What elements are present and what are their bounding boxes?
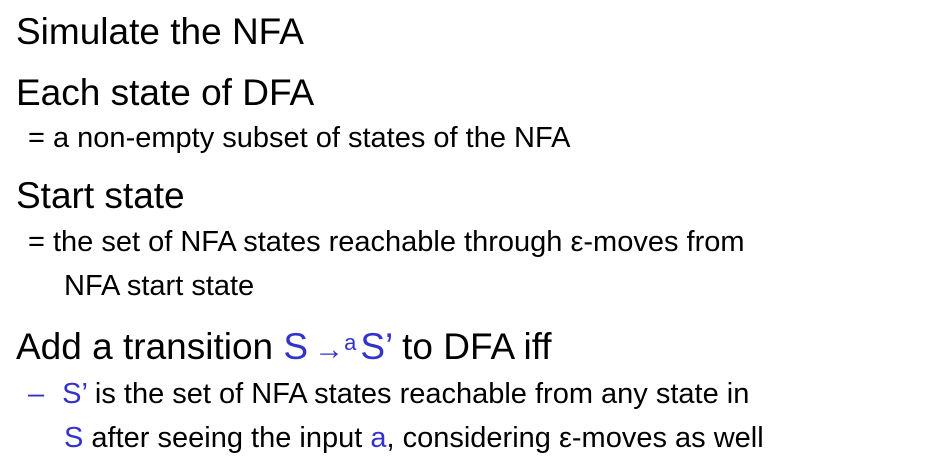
heading-prefix: Add a transition [16, 326, 274, 367]
bullet-add-transition: Add a transition S →a S’ to DFA iff [16, 328, 552, 365]
bullet-each-state-dfa: Each state of DFA [16, 74, 314, 111]
detail-each-state: = a non-empty subset of states of the NF… [28, 124, 570, 153]
symbol-s-prime: S’ [62, 378, 87, 410]
symbol-s: S [64, 422, 84, 454]
bullet-heading: Simulate the NFA [16, 11, 304, 52]
dash-bullet: – [28, 378, 45, 410]
detail-text: is the set of NFA states reachable from … [94, 378, 750, 410]
symbol-s-prime: S’ [360, 326, 392, 367]
detail-text: NFA start state [64, 270, 255, 302]
heading-suffix: to DFA iff [402, 326, 552, 367]
detail-transition-line1: – S’ is the set of NFA states reachable f… [28, 380, 749, 409]
arrow-icon: → [314, 333, 345, 366]
bullet-simulate-nfa: Simulate the NFA [16, 13, 304, 50]
bullet-heading: Start state [16, 175, 185, 216]
bullet-start-state: Start state [16, 177, 185, 214]
detail-text: = a non-empty subset of states of the NF… [28, 122, 571, 154]
slide: Simulate the NFA Each state of DFA = a n… [0, 0, 928, 467]
detail-start-state-line1: = the set of NFA states reachable throug… [28, 228, 745, 257]
detail-transition-line2: S after seeing the input a, considering … [64, 424, 764, 453]
detail-text: , considering ε-moves as well [386, 422, 764, 454]
bullet-heading: Each state of DFA [16, 72, 315, 113]
detail-text: = the set of NFA states reachable throug… [28, 226, 745, 258]
symbol-s: S [283, 326, 309, 367]
detail-start-state-line2: NFA start state [64, 272, 254, 301]
symbol-a-superscript: a [344, 330, 357, 355]
detail-text: after seeing the input [91, 422, 363, 454]
symbol-a: a [370, 422, 387, 454]
